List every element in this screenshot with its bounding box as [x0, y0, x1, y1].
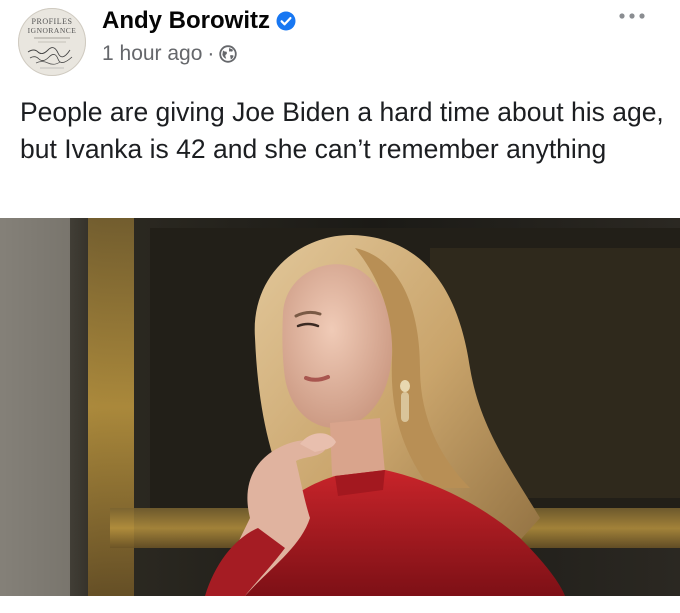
book-cover-scribbles: [27, 37, 73, 69]
meta-separator: ·: [207, 42, 215, 65]
post-photo[interactable]: [0, 218, 680, 596]
more-options-button[interactable]: [612, 4, 652, 28]
verified-badge-icon: [276, 11, 296, 31]
avatar[interactable]: PROFILES IGNORANCE: [18, 8, 86, 76]
photo-illustration: [0, 218, 680, 596]
globe-icon[interactable]: [219, 45, 238, 63]
post-meta: 1 hour ago ·: [102, 42, 238, 66]
facebook-post: PROFILES IGNORANCE Andy Borowitz 1 hour …: [0, 0, 680, 613]
post-timestamp[interactable]: 1 hour ago: [102, 42, 202, 66]
author-row: Andy Borowitz: [102, 4, 296, 38]
more-options-icon: [619, 13, 645, 19]
post-text: People are giving Joe Biden a hard time …: [20, 97, 664, 164]
author-name[interactable]: Andy Borowitz: [102, 7, 270, 35]
post-header: PROFILES IGNORANCE Andy Borowitz 1 hour …: [0, 0, 680, 90]
